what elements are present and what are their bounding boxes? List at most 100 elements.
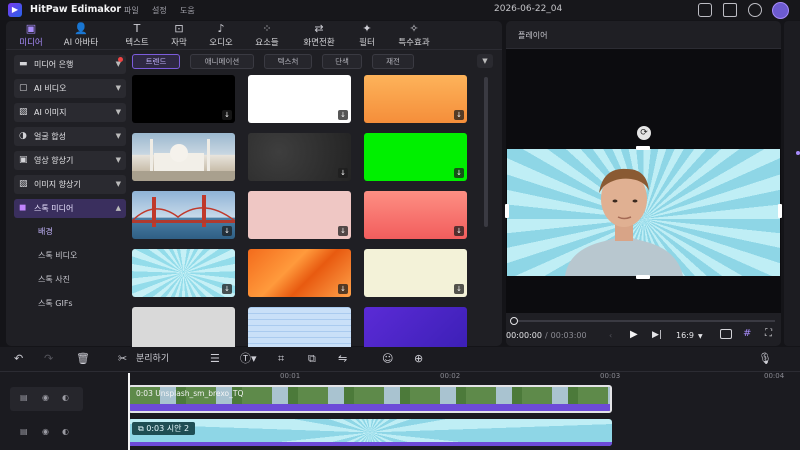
thumbnail-orange-waves[interactable]: ↓ xyxy=(248,249,351,297)
skip-forward-icon[interactable]: ▶| xyxy=(652,330,662,340)
thumbnail-dark-texture[interactable]: ↓ xyxy=(248,133,351,181)
thumbnail-pink[interactable]: ↓ xyxy=(248,191,351,239)
tab-audio[interactable]: ♪ 오디오 xyxy=(198,23,244,49)
sidebar-subitem-stock-video[interactable]: 스톡 비디오 xyxy=(38,250,77,261)
clip-label: 0:03 Unsplash_sm_brexo_TQ xyxy=(136,389,244,398)
eye-icon[interactable]: ◉ xyxy=(42,393,49,402)
playhead[interactable] xyxy=(128,373,130,450)
thumbnail-golden-gate[interactable]: ↓ xyxy=(132,191,235,239)
eye-icon[interactable]: ◉ xyxy=(42,427,49,436)
face-icon[interactable]: ☺ xyxy=(382,352,393,366)
scissors-icon[interactable]: ✂ xyxy=(118,352,127,366)
sidebar-item-image-enhancer[interactable]: ▧ 이미지 향상기 ▼ xyxy=(14,175,126,194)
chip-solid[interactable]: 단색 xyxy=(322,54,362,69)
chip-texture[interactable]: 텍스처 xyxy=(264,54,312,69)
tab-elements[interactable]: ⁘ 요소들 xyxy=(244,23,290,49)
thumbnail-paper[interactable] xyxy=(132,307,235,347)
caption-icon[interactable]: ☰ xyxy=(210,352,220,366)
download-icon[interactable]: ↓ xyxy=(222,226,232,236)
sidebar-item-face-swap[interactable]: ◑ 얼굴 합성 ▼ xyxy=(14,127,126,146)
split-button[interactable]: 분리하기 xyxy=(136,352,169,366)
ai-avatar-icon: 👤 xyxy=(74,22,88,35)
menu-settings[interactable]: 설정 xyxy=(152,5,167,16)
download-icon[interactable]: ↓ xyxy=(454,226,464,236)
download-icon[interactable]: ↓ xyxy=(454,168,464,178)
sidebar-item-ai-image[interactable]: ▨ AI 이미지 ▼ xyxy=(14,103,126,122)
sidebar-item-stock-media[interactable]: ◼ 스톡 미디어 ▲ xyxy=(14,199,126,218)
download-icon[interactable]: ↓ xyxy=(338,110,348,120)
tab-media[interactable]: ▣ 미디어 xyxy=(8,23,54,49)
tab-ai-avatar[interactable]: 👤 AI 아바타 xyxy=(58,22,104,49)
speaker-icon[interactable]: ◐ xyxy=(62,393,69,402)
microphone-icon[interactable]: 🎙 xyxy=(758,352,772,366)
thumbnail-white[interactable]: ↓ xyxy=(248,75,351,123)
feedback-icon[interactable] xyxy=(723,3,737,17)
fullscreen-icon[interactable]: ⛶ xyxy=(765,328,772,339)
thumbnail-purple[interactable] xyxy=(364,307,467,347)
text-tool-icon[interactable]: Ⓣ▾ xyxy=(240,352,257,366)
menu-help[interactable]: 도움 xyxy=(180,5,195,16)
sidebar-subitem-stock-gifs[interactable]: 스톡 GIFs xyxy=(38,298,73,309)
chevron-down-icon[interactable]: ▼ xyxy=(477,54,493,68)
download-icon[interactable]: ↓ xyxy=(222,284,232,294)
thumbnail-orange[interactable]: ↓ xyxy=(364,75,467,123)
sidebar-subitem-background[interactable]: 배경 xyxy=(38,226,53,237)
skip-back-icon[interactable]: ‹ xyxy=(609,331,612,340)
resize-handle-top[interactable] xyxy=(636,146,650,150)
layout-icon[interactable] xyxy=(698,3,712,17)
timeline-ruler[interactable]: 00:01 00:02 00:03 00:04 xyxy=(128,372,800,383)
delete-icon[interactable]: 🗑 xyxy=(76,352,90,366)
thumbnail-mosque[interactable] xyxy=(132,133,235,181)
resize-handle-bottom[interactable] xyxy=(636,275,650,279)
crop-icon[interactable]: ⌗ xyxy=(278,352,284,366)
video-enhance-icon: ▣ xyxy=(19,155,28,165)
grid-icon[interactable]: # xyxy=(743,328,751,339)
scrollbar[interactable] xyxy=(484,77,488,227)
mirror-icon[interactable]: ⇋ xyxy=(338,352,347,366)
sidebar-item-video-enhancer[interactable]: ▣ 영상 향상기 ▼ xyxy=(14,151,126,170)
thumbnail-sunburst[interactable]: ↓ xyxy=(132,249,235,297)
download-icon[interactable] xyxy=(748,3,762,17)
tab-filter[interactable]: ✦ 필터 xyxy=(344,23,390,49)
download-icon[interactable]: ↓ xyxy=(454,110,464,120)
freeze-icon[interactable]: ⧉ xyxy=(308,352,316,366)
add-media-icon[interactable]: ⊕ xyxy=(414,352,423,366)
thumbnail-black[interactable]: ↓ xyxy=(132,75,235,123)
video-preview[interactable] xyxy=(507,149,780,276)
aspect-ratio-select[interactable]: 16:9 ▼ xyxy=(676,331,703,340)
thumbnail-coral[interactable]: ↓ xyxy=(364,191,467,239)
sidebar-item-ai-video[interactable]: ▢ AI 비디오 ▼ xyxy=(14,79,126,98)
thumbnail-grid-blue[interactable] xyxy=(248,307,351,347)
sidebar-item-media-bank[interactable]: ▬ 미디어 은행 ▼ xyxy=(14,55,126,74)
progress-thumb[interactable] xyxy=(510,317,518,325)
download-icon[interactable]: ↓ xyxy=(454,284,464,294)
download-icon[interactable]: ↓ xyxy=(338,284,348,294)
download-icon[interactable]: ↓ xyxy=(338,226,348,236)
tab-effects[interactable]: ✧ 특수효과 xyxy=(391,23,437,49)
undo-icon[interactable]: ↶ xyxy=(14,352,23,366)
sidebar-subitem-stock-photo[interactable]: 스톡 사진 xyxy=(38,274,70,285)
video-clip[interactable]: 0:03 Unsplash_sm_brexo_TQ xyxy=(128,385,612,413)
thumbnail-cream[interactable]: ↓ xyxy=(364,249,467,297)
tab-transition[interactable]: ⇄ 화면전환 xyxy=(296,23,342,49)
thumbnail-green[interactable]: ↓ xyxy=(364,133,467,181)
download-icon[interactable]: ↓ xyxy=(222,110,232,120)
user-avatar[interactable] xyxy=(772,2,789,19)
rotate-icon[interactable]: ⟳ xyxy=(637,126,651,140)
snapshot-icon[interactable] xyxy=(720,329,732,339)
play-icon[interactable]: ▶ xyxy=(630,329,638,340)
download-icon[interactable]: ↓ xyxy=(338,168,348,178)
menu-file[interactable]: 파일 xyxy=(124,5,139,16)
chip-other[interactable]: 재전 xyxy=(372,54,414,69)
media-panel: ▣ 미디어 👤 AI 아바타 T 텍스트 ⊡ 자막 ♪ 오디오 ⁘ 요소들 ⇄ 화면전환 ✦ 필… xyxy=(6,21,502,347)
tab-text[interactable]: T 텍스트 xyxy=(114,23,160,49)
redo-icon[interactable]: ↷ xyxy=(44,352,53,366)
tab-subtitle[interactable]: ⊡ 자막 xyxy=(156,23,202,49)
chip-animation[interactable]: 애니메이션 xyxy=(190,54,254,69)
image-clip[interactable]: ⧉ 0:03 시안 2 xyxy=(128,419,612,446)
speaker-icon[interactable]: ◐ xyxy=(62,427,69,436)
chip-trend[interactable]: 트렌드 xyxy=(132,54,180,69)
resize-handle-left[interactable] xyxy=(505,204,509,218)
resize-handle-right[interactable] xyxy=(778,204,782,218)
progress-track[interactable] xyxy=(512,320,775,322)
